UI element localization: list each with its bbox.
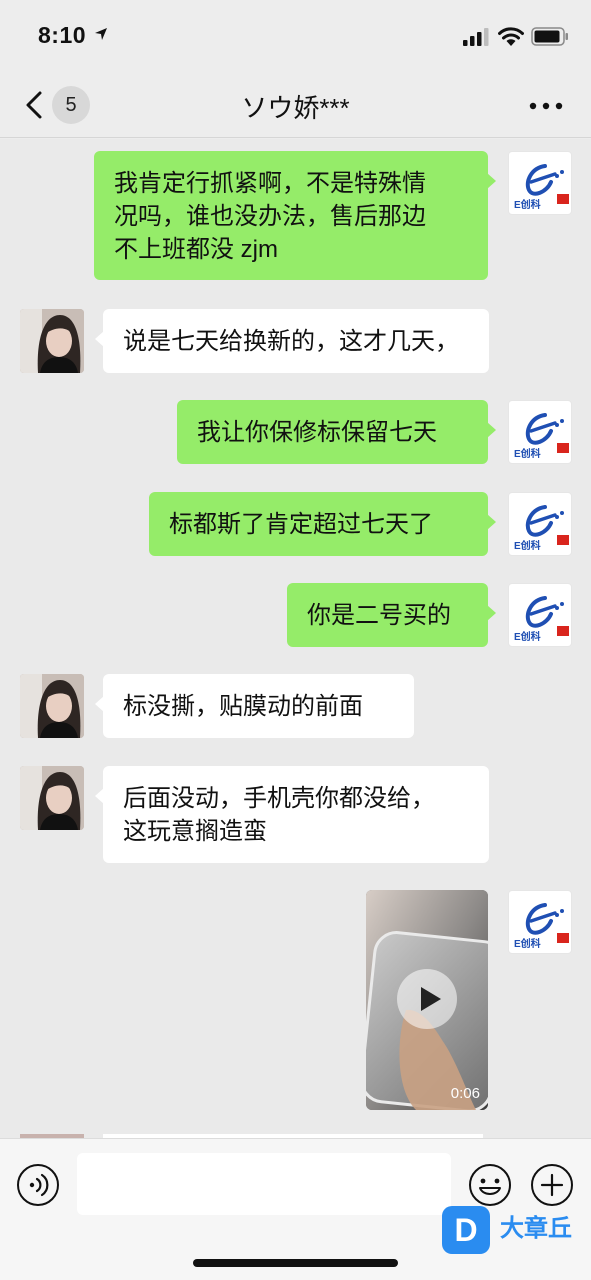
contact-photo	[20, 309, 84, 373]
signal-icon	[463, 28, 489, 46]
brand-logo-text: E创科	[514, 449, 541, 460]
unread-count-badge: 5	[52, 86, 90, 124]
message-text-line: 况吗，谁也没办法，售后那边	[114, 203, 426, 230]
brand-logo-text: E创科	[514, 632, 541, 643]
brand-logo-text: E创科	[514, 200, 541, 211]
status-time: 8:10	[38, 22, 87, 48]
status-bar: 8:10	[0, 0, 591, 72]
message-list[interactable]: 我肯定行抓紧啊，不是特殊情 况吗，谁也没办法，售后那边 不上班都没 zjm E创…	[0, 139, 591, 1138]
brand-logo-text: E创科	[514, 541, 541, 552]
message-bubble-incoming[interactable]: 说是七天给换新的，这才几天，	[95, 309, 489, 373]
message-text-line: 你是二号买的	[307, 602, 451, 629]
message-text-line: 我让你保修标保留七天	[197, 419, 437, 446]
video-duration: 0:06	[450, 1085, 480, 1102]
message-text-line: 说是七天给换新的，这才几天，	[123, 328, 459, 355]
wifi-icon	[498, 27, 524, 46]
video-message[interactable]: 0:06	[366, 890, 488, 1110]
message-bubble-outgoing[interactable]: 标都斯了肯定超过七天了	[149, 492, 496, 556]
contact-avatar[interactable]	[20, 309, 84, 373]
location-arrow-icon	[95, 28, 107, 40]
brand-avatar[interactable]: E创科	[508, 151, 572, 215]
brand-avatar[interactable]: E创科	[508, 583, 572, 647]
more-icon[interactable]	[529, 102, 563, 110]
message-text-line: 这玩意搁造蛮	[123, 818, 267, 845]
home-indicator	[193, 1259, 398, 1267]
message-bubble-outgoing[interactable]: 我肯定行抓紧啊，不是特殊情 况吗，谁也没办法，售后那边 不上班都没 zjm	[94, 151, 496, 280]
contact-avatar[interactable]	[20, 766, 84, 830]
contact-photo	[20, 674, 84, 738]
brand-avatar[interactable]: E创科	[508, 400, 572, 464]
message-text-line: 标都斯了肯定超过七天了	[169, 511, 433, 538]
back-chevron-icon	[26, 91, 42, 119]
watermark-text: 大章丘	[500, 1215, 572, 1242]
message-text-line: 后面没动，手机壳你都没给，	[123, 785, 435, 812]
contact-photo	[20, 766, 84, 830]
watermark: D 大章丘	[440, 1206, 590, 1258]
back-button[interactable]: 5	[20, 86, 94, 124]
voice-icon[interactable]	[16, 1163, 60, 1207]
play-icon[interactable]	[396, 968, 458, 1030]
plus-icon[interactable]	[530, 1163, 574, 1207]
contact-avatar[interactable]	[20, 674, 84, 738]
message-bubble-outgoing[interactable]: 你是二号买的	[287, 583, 496, 647]
brand-logo-text: E创科	[514, 939, 541, 950]
message-input[interactable]	[77, 1153, 451, 1215]
message-bubble-outgoing[interactable]: 我让你保修标保留七天	[177, 400, 496, 464]
message-bubble-incoming[interactable]: 后面没动，手机壳你都没给， 这玩意搁造蛮	[95, 766, 489, 863]
brand-avatar[interactable]: E创科	[508, 890, 572, 954]
message-bubble-incoming[interactable]: 标没撕，贴膜动的前面	[95, 674, 414, 738]
message-text-line: 我肯定行抓紧啊，不是特殊情	[114, 170, 426, 197]
brand-avatar[interactable]: E创科	[508, 492, 572, 556]
emoji-icon[interactable]	[468, 1163, 512, 1207]
chat-title: ソウ娇***	[241, 93, 350, 123]
battery-icon	[531, 27, 568, 46]
chat-header: 5 ソウ娇***	[0, 72, 591, 138]
watermark-logo: D	[442, 1206, 490, 1254]
message-text-line: 标没撕，贴膜动的前面	[123, 693, 363, 720]
message-text-line: 不上班都没 zjm	[114, 236, 278, 263]
